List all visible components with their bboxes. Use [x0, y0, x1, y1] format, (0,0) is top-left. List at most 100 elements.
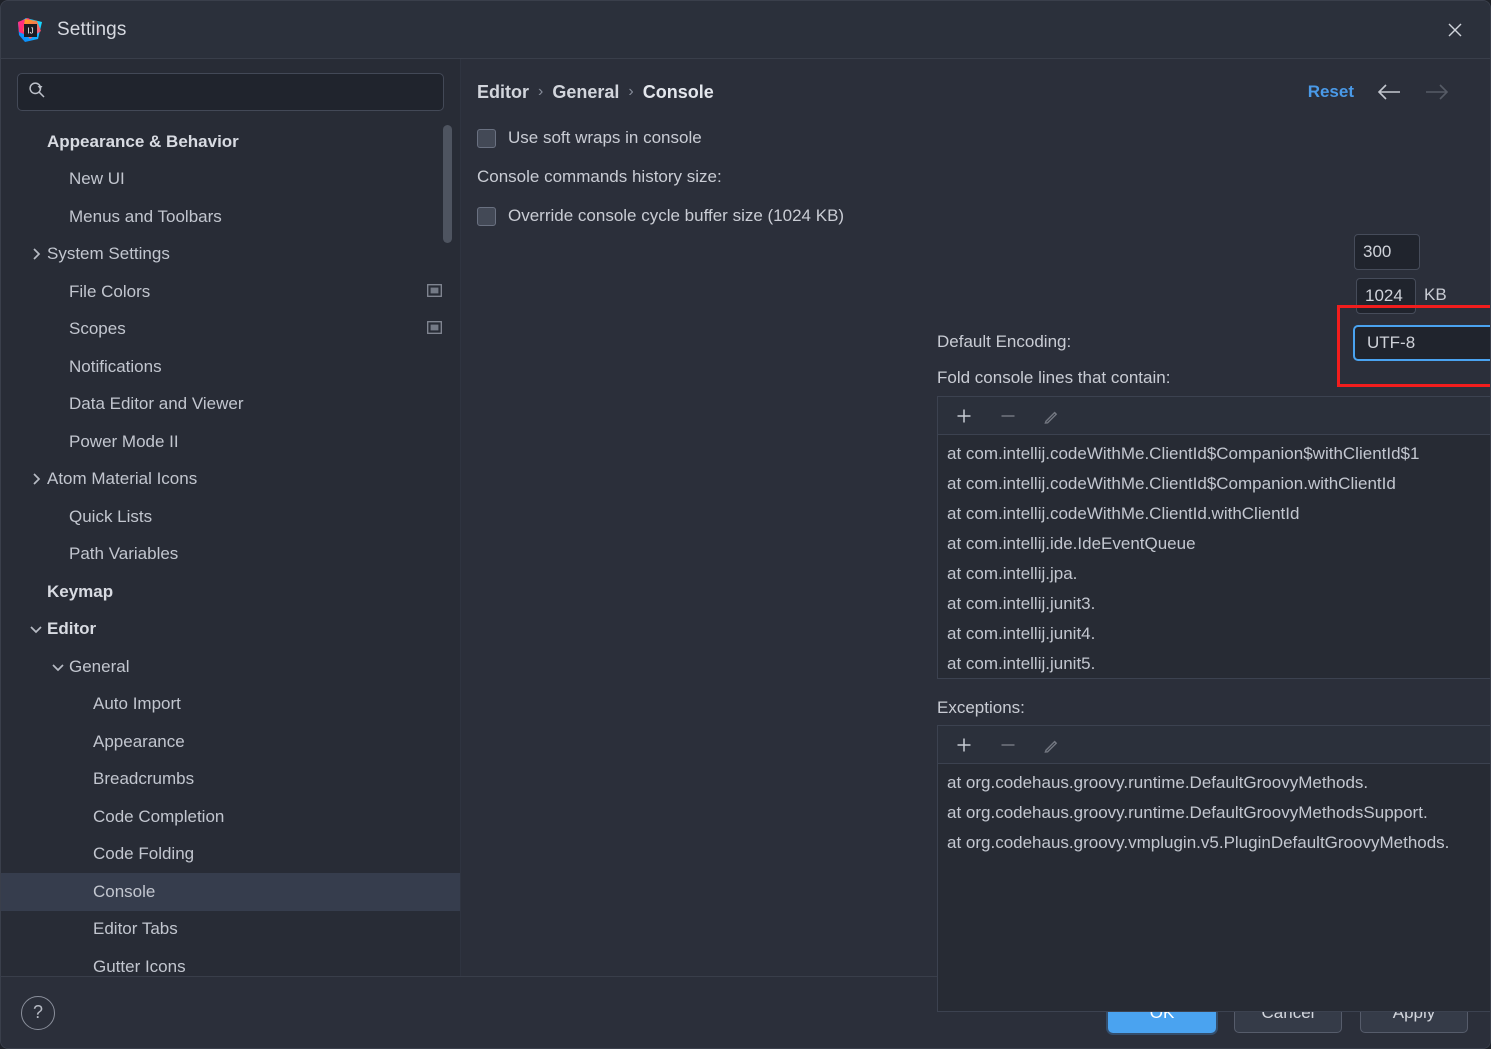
sidebar-item-label: Keymap — [47, 581, 114, 601]
sidebar-item-console[interactable]: Console — [1, 873, 460, 911]
settings-content-panel: Editor › General › Console Reset Use sof… — [461, 59, 1490, 1012]
content-header: Editor › General › Console Reset — [477, 59, 1472, 115]
plus-icon[interactable] — [950, 402, 978, 430]
sidebar-item-label: Data Editor and Viewer — [69, 394, 244, 414]
list-item[interactable]: at com.intellij.codeWithMe.ClientId.with… — [938, 499, 1490, 529]
fold-list-items: at com.intellij.codeWithMe.ClientId$Comp… — [938, 435, 1490, 678]
list-item[interactable]: at org.codehaus.groovy.runtime.DefaultGr… — [938, 798, 1490, 828]
sidebar-item-scopes[interactable]: Scopes — [1, 311, 460, 349]
sidebar-item-label: System Settings — [47, 244, 170, 264]
soft-wraps-checkbox[interactable] — [477, 128, 496, 148]
history-size-row: Console commands history size: — [477, 158, 1472, 196]
chevron-down-icon[interactable] — [47, 660, 69, 674]
sidebar-item-new-ui[interactable]: New UI — [1, 161, 460, 199]
arrow-right-icon[interactable] — [1424, 83, 1450, 101]
sidebar-item-label: Notifications — [69, 356, 162, 376]
minus-icon[interactable] — [994, 731, 1022, 759]
breadcrumb: Editor › General › Console — [477, 82, 714, 103]
sidebar-item-appearance[interactable]: Appearance — [1, 723, 460, 761]
list-item[interactable]: at com.intellij.junit4. — [938, 619, 1490, 649]
sidebar-item-label: Editor — [47, 619, 97, 639]
override-buffer-label: Override console cycle buffer size (1024… — [508, 206, 845, 225]
default-encoding-select[interactable]: UTF-8 — [1353, 325, 1490, 361]
chevron-right-icon[interactable] — [25, 472, 47, 486]
sidebar-item-notifications[interactable]: Notifications — [1, 348, 460, 386]
sidebar-item-power-mode-ii[interactable]: Power Mode II — [1, 423, 460, 461]
sidebar-item-data-editor-and-viewer[interactable]: Data Editor and Viewer — [1, 386, 460, 424]
sidebar-item-label: General — [69, 656, 130, 676]
exceptions-list-toolbar — [938, 726, 1490, 764]
question-mark-icon[interactable]: ? — [21, 995, 55, 1030]
sidebar-item-label: Atom Material Icons — [47, 469, 198, 489]
sidebar-scrollbar[interactable] — [443, 125, 452, 243]
list-item[interactable]: at com.intellij.jpa. — [938, 559, 1490, 589]
header-actions: Reset — [1308, 82, 1472, 102]
exceptions-list-items: at org.codehaus.groovy.runtime.DefaultGr… — [938, 764, 1490, 1011]
pencil-icon[interactable] — [1038, 402, 1066, 430]
sidebar-item-appearance-behavior[interactable]: Appearance & Behavior — [1, 123, 460, 161]
soft-wraps-row: Use soft wraps in console — [477, 119, 1472, 157]
svg-text:IJ: IJ — [27, 26, 33, 35]
history-size-label: Console commands history size: — [477, 167, 722, 186]
pencil-icon[interactable] — [1038, 731, 1066, 759]
sidebar-item-code-folding[interactable]: Code Folding — [1, 836, 460, 874]
buffer-size-input[interactable] — [1356, 278, 1416, 314]
list-item[interactable]: at org.codehaus.groovy.runtime.DefaultGr… — [938, 768, 1490, 798]
sidebar-item-label: Console — [93, 881, 156, 901]
buffer-unit-label: KB — [1424, 285, 1447, 304]
dialog-body: Appearance & Behavior New UI Menus and Too… — [1, 59, 1490, 1012]
list-item[interactable]: at com.intellij.ide.IdeEventQueue — [938, 529, 1490, 559]
breadcrumb-separator: › — [538, 83, 544, 100]
sidebar-item-breadcrumbs[interactable]: Breadcrumbs — [1, 761, 460, 799]
settings-dialog: IJ Settings Appearance & Behavior New UI… — [0, 0, 1491, 1049]
reset-button[interactable]: Reset — [1308, 82, 1354, 102]
sidebar-item-path-variables[interactable]: Path Variables — [1, 536, 460, 574]
list-item[interactable]: at com.intellij.junit3. — [938, 589, 1490, 619]
sidebar-item-menus-and-toolbars[interactable]: Menus and Toolbars — [1, 198, 460, 236]
default-encoding-value: UTF-8 — [1367, 333, 1416, 352]
sidebar-item-general[interactable]: General — [1, 648, 460, 686]
search-input[interactable] — [54, 82, 433, 102]
list-item[interactable]: at org.codehaus.groovy.vmplugin.v5.Plugi… — [938, 828, 1490, 858]
sidebar-item-label: Code Completion — [93, 806, 225, 826]
minus-icon[interactable] — [994, 402, 1022, 430]
sidebar-item-label: Path Variables — [69, 544, 179, 564]
history-size-input[interactable] — [1354, 234, 1420, 270]
list-item[interactable]: at com.intellij.junit5. — [938, 649, 1490, 678]
sidebar-item-editor-tabs[interactable]: Editor Tabs — [1, 911, 460, 949]
search-box[interactable] — [17, 73, 444, 111]
window-title: Settings — [57, 18, 127, 40]
sidebar-item-label: Menus and Toolbars — [69, 206, 222, 226]
sidebar-item-file-colors[interactable]: File Colors — [1, 273, 460, 311]
sidebar-item-label: Breadcrumbs — [93, 769, 195, 789]
chevron-down-icon[interactable] — [25, 622, 47, 636]
settings-tree: Appearance & Behavior New UI Menus and Too… — [1, 121, 460, 976]
override-buffer-checkbox[interactable] — [477, 206, 496, 226]
project-scope-icon — [427, 319, 442, 339]
breadcrumb-item-general[interactable]: General — [552, 82, 619, 103]
search-container — [1, 59, 460, 121]
sidebar-item-atom-material-icons[interactable]: Atom Material Icons — [1, 461, 460, 499]
chevron-right-icon[interactable] — [25, 247, 47, 261]
sidebar-item-system-settings[interactable]: System Settings — [1, 236, 460, 274]
list-item[interactable]: at com.intellij.codeWithMe.ClientId$Comp… — [938, 469, 1490, 499]
sidebar-item-auto-import[interactable]: Auto Import — [1, 686, 460, 724]
breadcrumb-item-console[interactable]: Console — [643, 82, 714, 103]
sidebar-item-quick-lists[interactable]: Quick Lists — [1, 498, 460, 536]
exceptions-list: at org.codehaus.groovy.runtime.DefaultGr… — [937, 725, 1490, 1012]
close-icon[interactable] — [1434, 10, 1476, 50]
plus-icon[interactable] — [950, 731, 978, 759]
breadcrumb-separator: › — [628, 83, 634, 100]
list-item[interactable]: at com.intellij.codeWithMe.ClientId$Comp… — [938, 439, 1490, 469]
sidebar-item-label: File Colors — [69, 281, 151, 301]
buffer-size-row: Override console cycle buffer size (1024… — [477, 197, 1472, 235]
sidebar-item-gutter-icons[interactable]: Gutter Icons — [1, 948, 460, 976]
sidebar-item-label: Appearance & Behavior — [47, 131, 239, 151]
arrow-left-icon[interactable] — [1376, 83, 1402, 101]
sidebar-item-editor[interactable]: Editor — [1, 611, 460, 649]
sidebar-item-code-completion[interactable]: Code Completion — [1, 798, 460, 836]
soft-wraps-label: Use soft wraps in console — [508, 128, 702, 147]
settings-sidebar: Appearance & Behavior New UI Menus and Too… — [1, 59, 461, 976]
sidebar-item-keymap[interactable]: Keymap — [1, 573, 460, 611]
breadcrumb-item-editor[interactable]: Editor — [477, 82, 529, 103]
